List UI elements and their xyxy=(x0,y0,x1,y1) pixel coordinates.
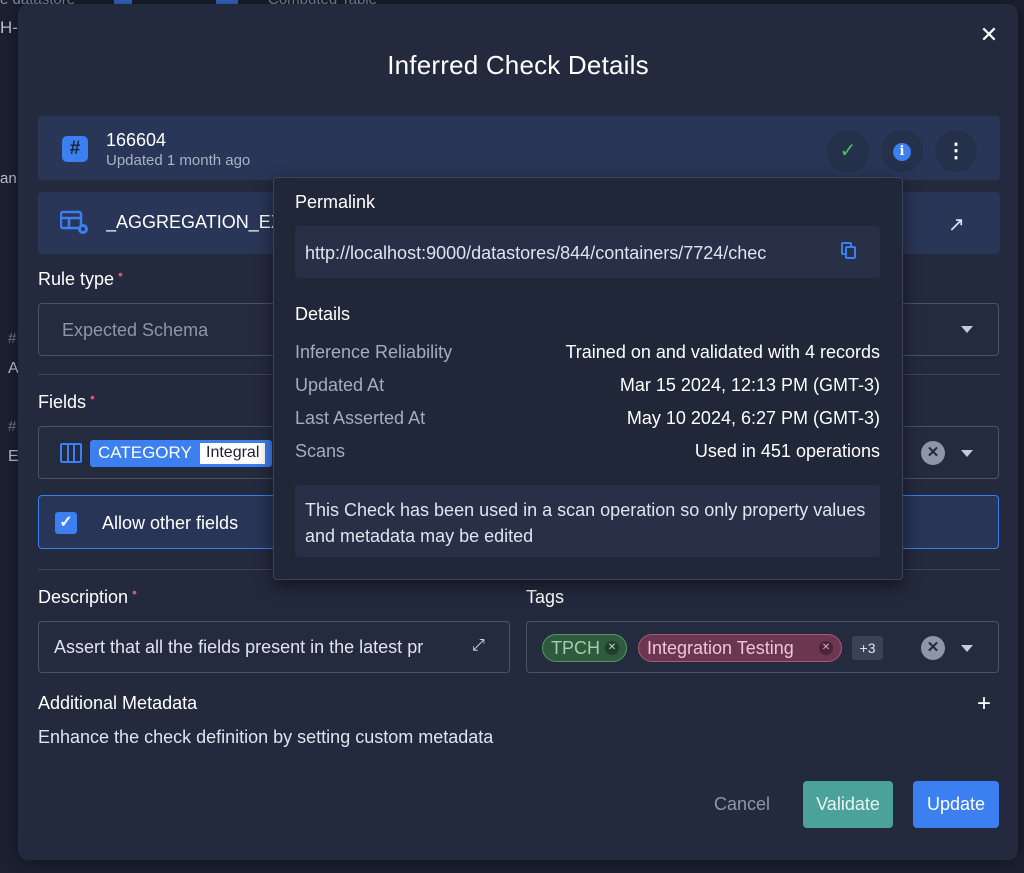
background-hash: # xyxy=(8,418,17,435)
info-icon: i xyxy=(893,143,911,161)
tag-label: TPCH xyxy=(551,638,600,658)
background-heading: H- xyxy=(0,18,18,37)
table-settings-icon xyxy=(60,210,88,234)
allow-other-fields-label: Allow other fields xyxy=(102,513,239,533)
fields-label-text: Fields xyxy=(38,392,87,412)
detail-value: Trained on and validated with 4 records xyxy=(565,342,880,362)
rule-type-value: Expected Schema xyxy=(62,320,209,340)
detail-label: Scans xyxy=(295,441,346,461)
metadata-label: Additional Metadata xyxy=(38,693,198,713)
more-options-icon[interactable]: ⋮ xyxy=(935,130,977,172)
description-label-text: Description xyxy=(38,587,129,607)
required-indicator: • xyxy=(132,584,137,600)
background-text: an xyxy=(0,170,17,187)
status-check-icon[interactable]: ✓ xyxy=(827,130,869,172)
validate-button[interactable]: Validate xyxy=(803,781,893,828)
hash-icon: # xyxy=(62,136,88,162)
rule-type-label-text: Rule type xyxy=(38,269,115,289)
permalink-value: http://localhost:9000/datastores/844/con… xyxy=(305,243,767,263)
required-indicator: • xyxy=(118,266,123,282)
open-link-icon[interactable]: ↗ xyxy=(948,212,965,237)
remove-tag-icon[interactable]: ✕ xyxy=(819,641,833,655)
tag-chip[interactable]: TPCH ✕ xyxy=(542,634,627,662)
close-icon[interactable]: ✕ xyxy=(978,24,1000,46)
chevron-down-icon[interactable] xyxy=(961,326,973,333)
detail-label: Updated At xyxy=(295,375,385,395)
scan-notice: This Check has been used in a scan opera… xyxy=(295,485,880,557)
cancel-button[interactable]: Cancel xyxy=(700,781,784,828)
detail-label: Last Asserted At xyxy=(295,408,426,428)
required-indicator: • xyxy=(90,389,95,405)
check-id: 166604 xyxy=(106,130,167,150)
chevron-down-icon[interactable] xyxy=(961,450,973,457)
tag-chip[interactable]: Integration Testing ✕ xyxy=(638,634,842,662)
update-button[interactable]: Update xyxy=(913,781,999,828)
check-updated-time: Updated 1 month ago xyxy=(106,152,251,169)
container-name: _AGGREGATION_EX xyxy=(106,212,274,232)
modal-title: Inferred Check Details xyxy=(387,50,649,80)
details-heading: Details xyxy=(295,304,351,324)
add-metadata-icon[interactable]: + xyxy=(977,690,991,718)
tags-label: Tags xyxy=(526,587,565,607)
allow-other-fields-checkbox[interactable]: ✓ xyxy=(55,512,77,534)
detail-value: Mar 15 2024, 12:13 PM (GMT-3) xyxy=(619,375,880,395)
copy-icon[interactable] xyxy=(841,242,857,260)
metadata-description: Enhance the check definition by setting … xyxy=(38,727,494,747)
background-hash: # xyxy=(8,330,17,347)
field-chip[interactable]: CATEGORY Integral xyxy=(90,440,272,467)
rule-type-label: Rule type • xyxy=(38,266,123,290)
clear-icon[interactable]: ✕ xyxy=(921,441,945,465)
detail-label: Inference Reliability xyxy=(295,342,453,362)
detail-value: May 10 2024, 6:27 PM (GMT-3) xyxy=(626,408,880,428)
remove-tag-icon[interactable]: ✕ xyxy=(605,641,619,655)
more-tags-badge[interactable]: +3 xyxy=(852,636,883,660)
field-chip-type: Integral xyxy=(200,443,266,464)
columns-icon xyxy=(60,443,82,463)
field-chip-name: CATEGORY xyxy=(98,443,192,462)
fields-label: Fields • xyxy=(38,389,95,413)
description-value: Assert that all the fields present in th… xyxy=(54,637,424,657)
expand-icon[interactable]: ⤢ xyxy=(472,637,485,655)
detail-value: Used in 451 operations xyxy=(694,441,880,461)
chevron-down-icon[interactable] xyxy=(961,645,973,652)
permalink-heading: Permalink xyxy=(295,192,376,212)
info-button[interactable]: i xyxy=(881,130,923,172)
clear-icon[interactable]: ✕ xyxy=(921,636,945,660)
tag-label: Integration Testing xyxy=(647,638,794,658)
description-label: Description • xyxy=(38,584,137,608)
